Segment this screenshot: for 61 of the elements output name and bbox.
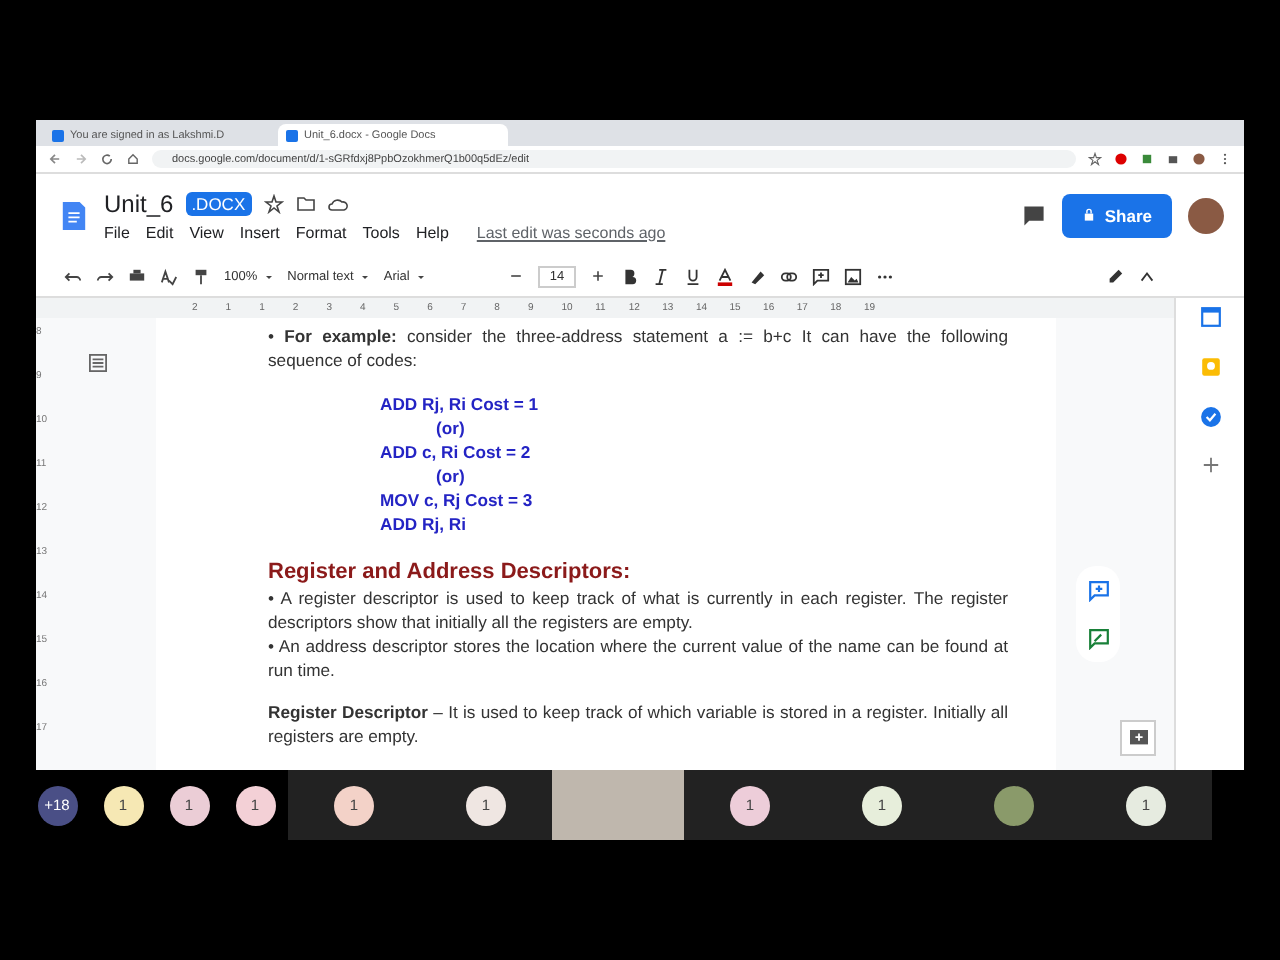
- paragraph: • A register descriptor is used to keep track of what is currently in each register. The register descriptors show that initially all the registers are empty.: [268, 586, 1008, 634]
- back-icon[interactable]: [48, 152, 62, 166]
- section-heading: Register and Address Descriptors:: [268, 560, 633, 584]
- menu-item[interactable]: Help: [415, 223, 449, 241]
- star-icon[interactable]: [1088, 152, 1102, 166]
- explore-button[interactable]: [1120, 720, 1156, 756]
- suggest-edit-icon[interactable]: [1087, 627, 1109, 649]
- undo-icon[interactable]: [64, 267, 82, 285]
- plus-icon[interactable]: [1201, 456, 1219, 474]
- text-color-icon[interactable]: [716, 267, 735, 285]
- paragraph: • An address descriptor stores the location where the current value of the name can be found at run time.: [268, 634, 1008, 682]
- paragraph: Register Descriptor – It is used to keep track of which variable is stored in a register. Initially all registers are empty.: [268, 700, 1008, 748]
- avatar-picture: [994, 785, 1034, 825]
- pencil-icon[interactable]: [1106, 267, 1124, 285]
- document-title[interactable]: Unit_6: [104, 189, 174, 217]
- outline-icon[interactable]: [88, 354, 108, 372]
- star-icon[interactable]: [263, 193, 284, 213]
- code-line: ADD c, Ri Cost = 2: [380, 440, 533, 464]
- reload-icon[interactable]: [100, 152, 114, 166]
- avatar[interactable]: [1188, 197, 1224, 233]
- menu-item[interactable]: Edit: [145, 223, 174, 241]
- code-line: (or): [436, 464, 467, 488]
- spellcheck-icon[interactable]: [160, 267, 178, 285]
- redo-icon[interactable]: [96, 267, 114, 285]
- code-line: ADD Rj, Ri: [380, 512, 468, 536]
- video-placeholder: [552, 770, 684, 840]
- plus-icon[interactable]: [590, 268, 607, 284]
- check-circle-icon[interactable]: [1199, 406, 1221, 428]
- code-line: MOV c, Rj Cost = 3: [380, 488, 535, 512]
- folder-icon[interactable]: [295, 193, 316, 213]
- italic-icon[interactable]: [652, 267, 671, 285]
- code-line: (or): [436, 416, 467, 440]
- menu-item[interactable]: View: [189, 223, 224, 241]
- last-edit-link[interactable]: Last edit was seconds ago: [476, 223, 666, 241]
- dropdown-caret-icon: [415, 271, 426, 281]
- paragraph: • For example: consider the three-address statement a := b+c It can have the following sequence of codes:: [268, 324, 1008, 372]
- menu-item[interactable]: Tools: [362, 223, 400, 241]
- print-icon[interactable]: [128, 267, 146, 285]
- plus-icon: [1129, 729, 1147, 747]
- profile-icon[interactable]: [1192, 152, 1206, 166]
- code-line: ADD Rj, Ri Cost = 1: [380, 392, 541, 416]
- highlighter-icon[interactable]: [748, 267, 767, 285]
- dropdown-caret-icon: [359, 271, 370, 281]
- add-comment-icon[interactable]: [812, 267, 831, 285]
- comment-icon[interactable]: [1022, 203, 1047, 227]
- calendar-icon[interactable]: [1199, 306, 1221, 328]
- paint-format-icon[interactable]: [192, 267, 210, 285]
- image-icon[interactable]: [844, 267, 863, 285]
- bold-icon[interactable]: [620, 267, 639, 285]
- collapse-icon[interactable]: [1138, 267, 1156, 285]
- underline-icon[interactable]: [684, 267, 703, 285]
- menu-item[interactable]: File: [104, 223, 130, 241]
- file-type-badge: .DOCX: [185, 191, 252, 215]
- link-icon[interactable]: [780, 267, 799, 285]
- menu-item[interactable]: Format: [295, 223, 347, 241]
- cloud-icon[interactable]: [327, 193, 348, 213]
- share-button[interactable]: Share: [1062, 193, 1172, 237]
- home-icon[interactable]: [126, 152, 140, 166]
- dropdown-caret-icon: [263, 271, 274, 281]
- lock-icon: [1082, 208, 1097, 222]
- menu-item[interactable]: Insert: [239, 223, 280, 241]
